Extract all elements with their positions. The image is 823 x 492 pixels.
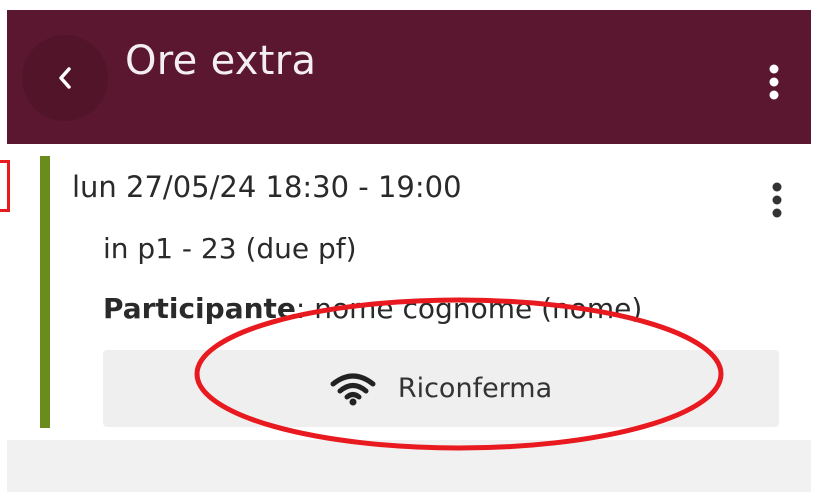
overtime-entry-card[interactable]: lun 27/05/24 18:30 - 19:00 in p1 - 23 (d… <box>40 156 811 428</box>
entry-date-time: lun 27/05/24 18:30 - 19:00 <box>72 170 462 204</box>
app-bar: Ore extra <box>7 10 811 144</box>
back-button[interactable] <box>22 35 108 121</box>
reconfirm-button[interactable]: Riconferma <box>103 350 779 427</box>
participant-value: : nome cognome (nome) <box>295 292 643 325</box>
entry-menu-button[interactable] <box>762 178 792 222</box>
page-title: Ore extra <box>125 38 317 84</box>
chevron-left-icon <box>59 67 71 89</box>
more-vert-icon <box>772 182 782 218</box>
reconfirm-button-label: Riconferma <box>397 373 553 404</box>
entry-participant: Participante: nome cognome (nome) <box>103 292 642 325</box>
participant-label: Participante <box>103 292 296 325</box>
more-vert-icon <box>769 64 779 100</box>
next-entry-placeholder <box>7 440 811 492</box>
entry-location: in p1 - 23 (due pf) <box>103 232 357 265</box>
wifi-icon <box>330 373 376 405</box>
annotation-marker <box>0 160 10 212</box>
overflow-menu-button[interactable] <box>759 54 789 110</box>
